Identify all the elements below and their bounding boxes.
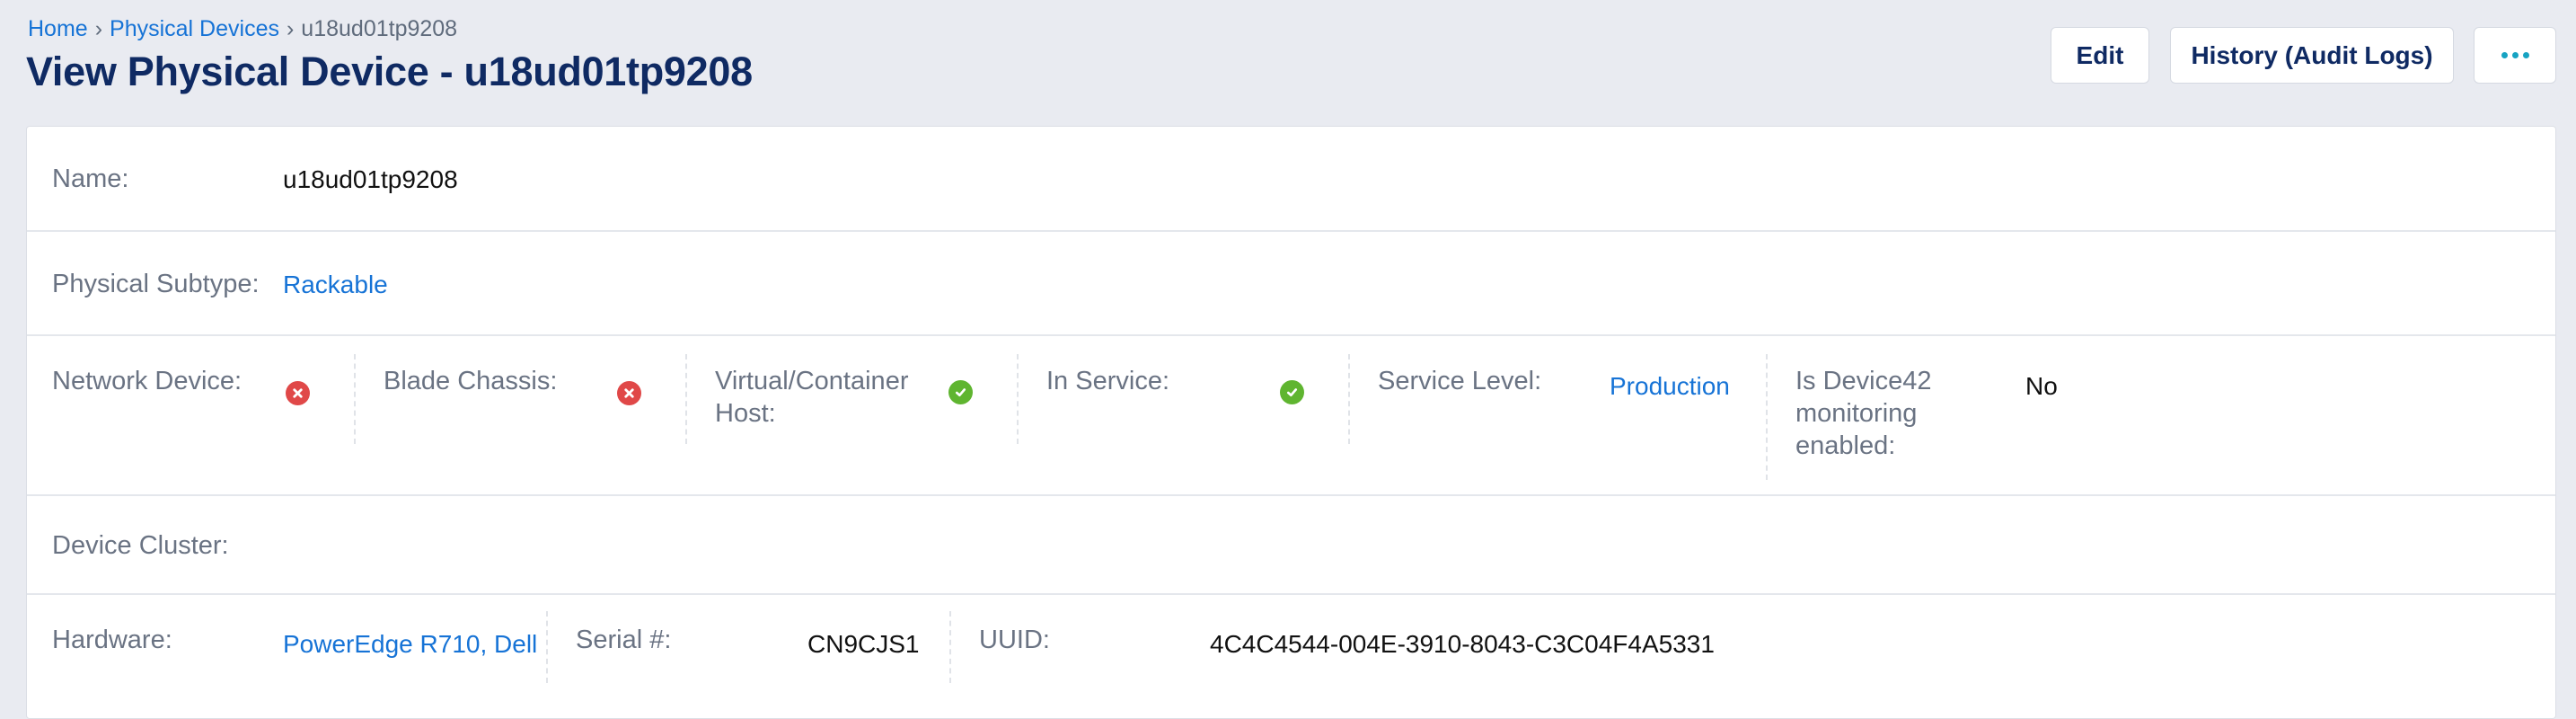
breadcrumb-current: u18ud01tp9208 bbox=[301, 16, 458, 41]
physical-subtype-row: Physical Subtype: Rackable bbox=[27, 232, 2555, 336]
breadcrumb-home-link[interactable]: Home bbox=[28, 16, 88, 41]
device-cluster-label: Device Cluster: bbox=[52, 531, 229, 560]
hardware-row: Hardware: PowerEdge R710, Dell Serial #:… bbox=[27, 595, 2555, 701]
uuid-label: UUID: bbox=[979, 626, 1050, 654]
service-level-label: Service Level: bbox=[1378, 367, 1542, 395]
column-divider bbox=[1766, 354, 1768, 480]
column-divider bbox=[546, 611, 548, 683]
virtual-container-host-label-line2: Host: bbox=[715, 399, 776, 428]
column-divider bbox=[1017, 354, 1019, 444]
column-divider bbox=[685, 354, 687, 444]
serial-label: Serial #: bbox=[576, 626, 672, 654]
breadcrumb-separator: › bbox=[94, 16, 103, 41]
more-horizontal-icon bbox=[2501, 52, 2529, 58]
name-row: Name: u18ud01tp9208 bbox=[27, 127, 2555, 232]
device-flags-row: Network Device: Blade Chassis: Virtual/C… bbox=[27, 336, 2555, 496]
history-audit-logs-button[interactable]: History (Audit Logs) bbox=[2170, 27, 2454, 84]
uuid-value: 4C4C4544-004E-3910-8043-C3C04F4A5331 bbox=[1210, 630, 1715, 658]
x-circle-icon bbox=[286, 381, 310, 405]
check-circle-icon bbox=[1280, 380, 1304, 404]
physical-subtype-label: Physical Subtype: bbox=[52, 270, 260, 298]
blade-chassis-label: Blade Chassis: bbox=[384, 367, 558, 395]
column-divider bbox=[1348, 354, 1350, 444]
x-circle-icon bbox=[617, 381, 641, 405]
virtual-container-host-label-line1: Virtual/Container bbox=[715, 367, 909, 395]
check-circle-icon bbox=[948, 380, 973, 404]
monitoring-enabled-value: No bbox=[2025, 372, 2058, 400]
device-cluster-row: Device Cluster: bbox=[27, 496, 2555, 595]
device-details-card: Name: u18ud01tp9208 Physical Subtype: Ra… bbox=[26, 126, 2556, 719]
breadcrumb-physical-devices-link[interactable]: Physical Devices bbox=[110, 16, 279, 41]
breadcrumb: Home › Physical Devices › u18ud01tp9208 bbox=[28, 14, 457, 43]
hardware-label: Hardware: bbox=[52, 626, 172, 654]
service-level-link[interactable]: Production bbox=[1610, 370, 1730, 403]
page-title: View Physical Device - u18ud01tp9208 bbox=[26, 49, 753, 94]
monitoring-enabled-label-line2: monitoring bbox=[1795, 399, 1918, 428]
serial-value: CN9CJS1 bbox=[807, 630, 920, 658]
name-label: Name: bbox=[52, 164, 129, 193]
in-service-label: In Service: bbox=[1046, 367, 1169, 395]
column-divider bbox=[354, 354, 356, 444]
physical-subtype-link[interactable]: Rackable bbox=[283, 269, 388, 301]
network-device-label: Network Device: bbox=[52, 367, 243, 395]
monitoring-enabled-label-line3: enabled: bbox=[1795, 431, 1896, 460]
hardware-link[interactable]: PowerEdge R710, Dell bbox=[283, 628, 537, 661]
breadcrumb-separator: › bbox=[286, 16, 295, 41]
edit-button[interactable]: Edit bbox=[2051, 27, 2149, 84]
more-actions-button[interactable] bbox=[2474, 27, 2556, 84]
column-divider bbox=[949, 611, 951, 683]
name-value: u18ud01tp9208 bbox=[283, 165, 458, 193]
monitoring-enabled-label-line1: Is Device42 bbox=[1795, 367, 1932, 395]
